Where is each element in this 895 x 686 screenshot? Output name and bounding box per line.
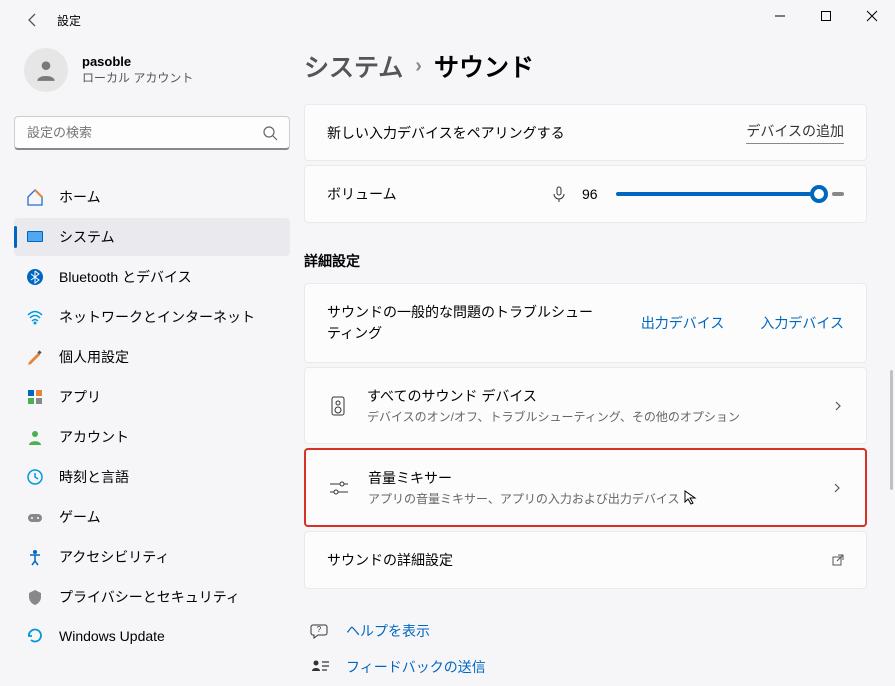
profile-subtitle: ローカル アカウント xyxy=(82,69,193,86)
chevron-right-icon xyxy=(831,482,843,494)
bluetooth-icon xyxy=(26,268,44,286)
volume-mixer-row[interactable]: 音量ミキサー アプリの音量ミキサー、アプリの入力および出力デバイス xyxy=(306,450,865,525)
sidebar-item-account[interactable]: アカウント xyxy=(14,418,290,456)
home-icon xyxy=(26,188,44,206)
breadcrumb: システム › サウンド xyxy=(304,48,867,84)
chevron-right-icon xyxy=(832,400,844,412)
maximize-button[interactable] xyxy=(803,0,849,32)
help-icon: ? xyxy=(310,622,330,640)
mic-icon[interactable] xyxy=(550,185,568,203)
window-title: 設定 xyxy=(57,12,81,29)
breadcrumb-current: サウンド xyxy=(434,48,534,84)
account-icon xyxy=(26,428,44,446)
pairing-text: 新しい入力デバイスをペアリングする xyxy=(327,123,565,143)
breadcrumb-parent[interactable]: システム xyxy=(304,48,403,84)
time-icon xyxy=(26,468,44,486)
mixer-title: 音量ミキサー xyxy=(368,468,813,488)
advanced-section-title: 詳細設定 xyxy=(304,251,867,271)
update-icon xyxy=(26,627,44,645)
sidebar-item-label: アクセシビリティ xyxy=(59,547,169,567)
volume-slider[interactable] xyxy=(616,192,826,196)
search-icon xyxy=(262,125,278,141)
sidebar-item-label: システム xyxy=(59,227,115,247)
system-icon xyxy=(26,228,44,246)
input-device-button[interactable]: 入力デバイス xyxy=(760,313,844,333)
accessibility-icon xyxy=(26,548,44,566)
output-device-button[interactable]: 出力デバイス xyxy=(641,313,725,333)
volume-label: ボリューム xyxy=(327,184,397,204)
sidebar-item-label: ゲーム xyxy=(59,507,101,527)
sidebar-item-label: アカウント xyxy=(59,427,129,447)
sidebar-item-label: Windows Update xyxy=(59,628,165,644)
sidebar-item-label: Bluetooth とデバイス xyxy=(59,267,192,287)
sidebar-item-bluetooth[interactable]: Bluetooth とデバイス xyxy=(14,258,290,296)
sound-details-row[interactable]: サウンドの詳細設定 xyxy=(305,532,866,588)
minimize-button[interactable] xyxy=(757,0,803,32)
gaming-icon xyxy=(26,508,44,526)
add-device-button[interactable]: デバイスの追加 xyxy=(746,121,844,144)
feedback-icon xyxy=(310,658,330,676)
sidebar-item-label: アプリ xyxy=(59,387,101,407)
sidebar-item-label: ネットワークとインターネット xyxy=(59,307,255,327)
close-button[interactable] xyxy=(849,0,895,32)
sidebar-item-accessibility[interactable]: アクセシビリティ xyxy=(14,538,290,576)
mixer-icon xyxy=(328,479,350,497)
sidebar-item-label: ホーム xyxy=(59,187,101,207)
sidebar-item-label: 個人用設定 xyxy=(59,347,129,367)
help-link[interactable]: ? ヘルプを表示 xyxy=(304,613,867,649)
personalize-icon xyxy=(26,348,44,366)
sidebar-item-privacy[interactable]: プライバシーとセキュリティ xyxy=(14,578,290,616)
svg-text:?: ? xyxy=(317,625,322,634)
volume-value: 96 xyxy=(582,186,604,202)
chevron-right-icon: › xyxy=(415,55,422,78)
external-link-icon xyxy=(832,554,844,566)
help-link-label: ヘルプを表示 xyxy=(346,621,430,641)
back-icon[interactable] xyxy=(25,12,41,28)
all-devices-title: すべてのサウンド デバイス xyxy=(367,386,814,406)
sidebar-item-apps[interactable]: アプリ xyxy=(14,378,290,416)
sidebar-item-time[interactable]: 時刻と言語 xyxy=(14,458,290,496)
avatar xyxy=(24,48,68,92)
feedback-link-label: フィードバックの送信 xyxy=(346,657,486,677)
sidebar-item-gaming[interactable]: ゲーム xyxy=(14,498,290,536)
troubleshoot-text: サウンドの一般的な問題のトラブルシューティング xyxy=(327,302,605,344)
scrollbar[interactable] xyxy=(890,370,893,490)
privacy-icon xyxy=(26,588,44,606)
sidebar-item-system[interactable]: システム xyxy=(14,218,290,256)
feedback-link[interactable]: フィードバックの送信 xyxy=(304,649,867,685)
all-devices-subtitle: デバイスのオン/オフ、トラブルシューティング、その他のオプション xyxy=(367,408,814,425)
apps-icon xyxy=(26,388,44,406)
profile-block[interactable]: pasoble ローカル アカウント xyxy=(14,40,290,116)
speaker-icon xyxy=(327,395,349,417)
sidebar-item-label: プライバシーとセキュリティ xyxy=(59,587,240,607)
sidebar-item-home[interactable]: ホーム xyxy=(14,178,290,216)
sidebar-item-label: 時刻と言語 xyxy=(59,467,129,487)
profile-name: pasoble xyxy=(82,54,193,69)
all-sound-devices-row[interactable]: すべてのサウンド デバイス デバイスのオン/オフ、トラブルシューティング、その他… xyxy=(305,368,866,443)
sidebar-item-update[interactable]: Windows Update xyxy=(14,618,290,654)
network-icon xyxy=(26,308,44,326)
sidebar-item-personalize[interactable]: 個人用設定 xyxy=(14,338,290,376)
mixer-subtitle: アプリの音量ミキサー、アプリの入力および出力デバイス xyxy=(368,490,813,507)
sound-details-title: サウンドの詳細設定 xyxy=(327,550,814,570)
search-input[interactable] xyxy=(14,116,290,150)
sidebar-item-network[interactable]: ネットワークとインターネット xyxy=(14,298,290,336)
